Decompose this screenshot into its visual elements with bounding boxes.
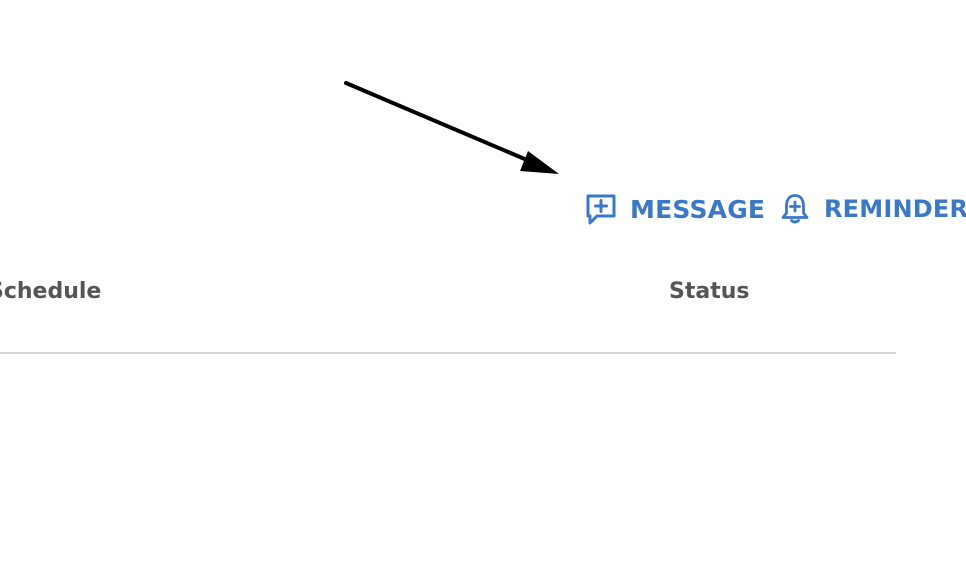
message-plus-icon: [584, 192, 618, 226]
bell-plus-icon: [778, 192, 812, 226]
column-header-schedule[interactable]: Schedule: [0, 279, 101, 304]
table-header: Schedule Status: [0, 270, 896, 354]
page: MESSAGE REMINDER Schedule Status: [0, 0, 966, 566]
message-button-label: MESSAGE: [630, 194, 766, 224]
message-button[interactable]: MESSAGE: [584, 190, 765, 228]
column-header-status[interactable]: Status: [669, 279, 749, 304]
reminder-button-label: REMINDER: [824, 195, 966, 223]
reminder-button[interactable]: REMINDER: [778, 190, 966, 228]
